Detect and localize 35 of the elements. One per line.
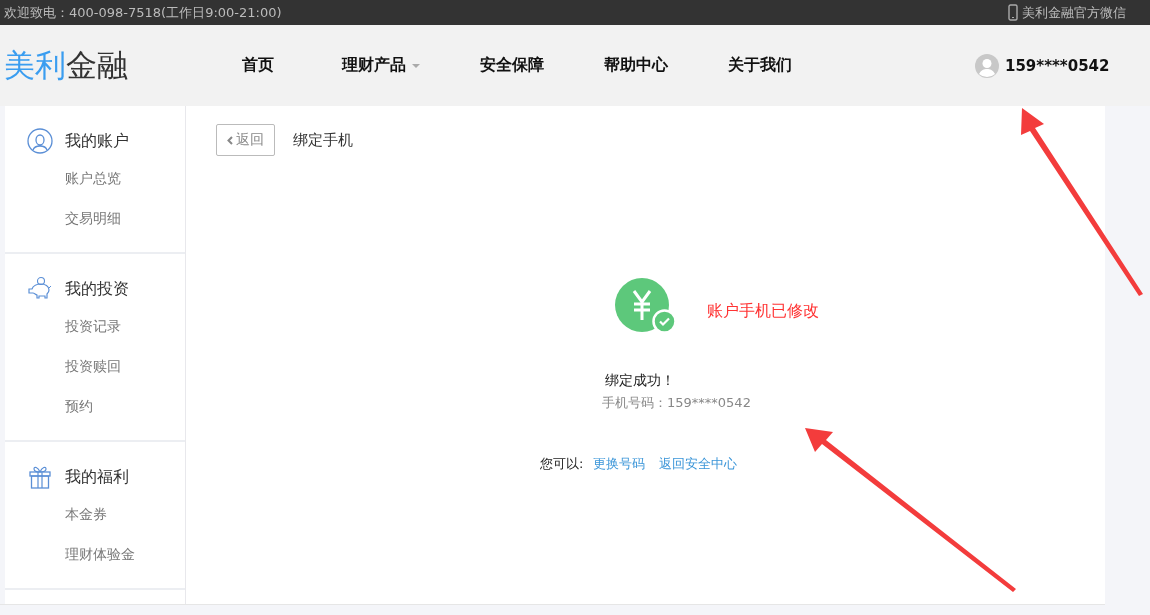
annotation-text: 账户手机已修改 xyxy=(707,300,819,322)
nav-link[interactable]: 安全保障 xyxy=(480,55,544,76)
sidebar-heading: 我的投资 xyxy=(65,278,129,300)
logo-text[interactable]: 金融 xyxy=(66,44,128,87)
nav-link[interactable]: 理财产品 xyxy=(342,55,420,76)
sidebar-item[interactable]: 账户总览 xyxy=(65,158,185,198)
action-link[interactable]: 返回安全中心 xyxy=(659,455,738,473)
sidebar-item[interactable]: 投资记录 xyxy=(65,306,185,346)
sidebar-heading: 我的账户 xyxy=(65,130,129,152)
nav-link[interactable]: 首页 xyxy=(242,55,274,76)
wechat-link[interactable]: 美利金融官方微信 xyxy=(1022,3,1126,22)
sidebar-item[interactable]: 本金券 xyxy=(65,494,185,534)
hotline-text: 欢迎致电：400-098-7518(工作日9:00-21:00) xyxy=(4,3,282,22)
avatar-icon[interactable] xyxy=(975,53,999,78)
action-link[interactable]: 更换号码 xyxy=(593,455,646,473)
success-yuan-icon xyxy=(615,278,677,334)
prompt-text: 您可以: xyxy=(540,455,584,473)
logo-text[interactable]: 美利 xyxy=(4,44,66,87)
piggy-bank-icon xyxy=(27,276,53,302)
sidebar-item[interactable]: 预约 xyxy=(65,386,185,426)
user-icon xyxy=(27,128,53,154)
sidebar-item[interactable]: 理财体验金 xyxy=(65,534,185,574)
nav-link[interactable]: 帮助中心 xyxy=(604,55,668,76)
page-title: 绑定手机 xyxy=(293,130,353,150)
back-button[interactable]: 返回 xyxy=(216,124,275,156)
sidebar-heading: 我的福利 xyxy=(65,466,129,488)
user-phone-link[interactable]: 159****0542 xyxy=(1005,56,1110,75)
chevron-left-icon xyxy=(227,135,233,145)
success-message: 绑定成功！ xyxy=(605,372,676,390)
sidebar-item[interactable]: 交易明细 xyxy=(65,198,185,238)
gift-icon xyxy=(29,465,51,489)
phone-number-text: 手机号码：159****0542 xyxy=(602,394,752,412)
sidebar-item[interactable]: 投资赎回 xyxy=(65,346,185,386)
phone-icon xyxy=(1008,4,1018,21)
nav-link[interactable]: 关于我们 xyxy=(728,55,792,76)
